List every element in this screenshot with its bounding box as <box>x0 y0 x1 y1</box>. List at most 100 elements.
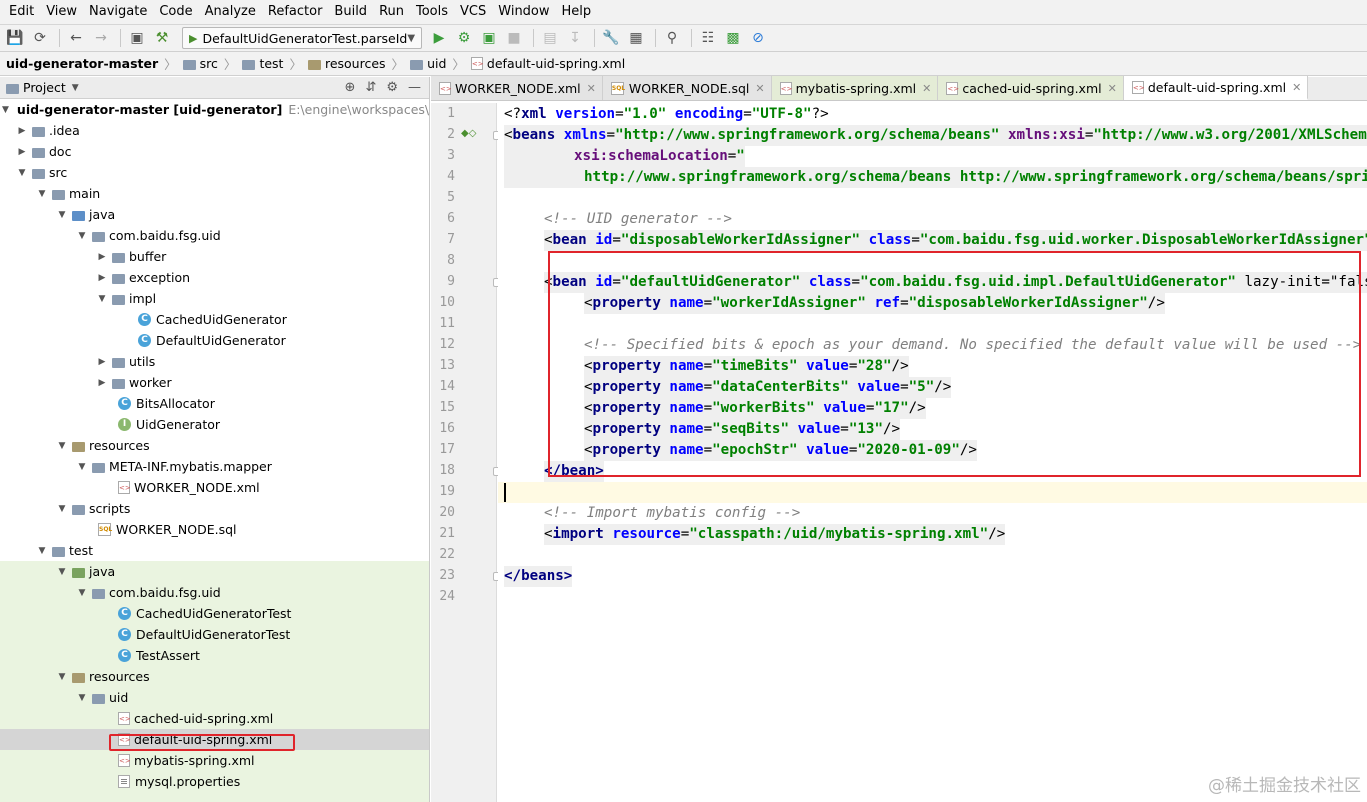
chevron-down-icon[interactable]: ▼ <box>56 504 68 514</box>
menu-analyze[interactable]: Analyze <box>199 0 262 24</box>
tree-item-main-resources[interactable]: ▼ resources <box>0 435 429 456</box>
tree-item-package[interactable]: ▼ com.baidu.fsg.uid <box>0 582 429 603</box>
tree-item-buffer[interactable]: ▶ buffer <box>0 246 429 267</box>
breadcrumb-test[interactable]: test <box>238 56 287 71</box>
chevron-down-icon[interactable]: ▼ <box>2 105 9 115</box>
hide-icon[interactable]: — <box>408 80 421 95</box>
coverage-icon[interactable]: ▣ <box>478 27 500 49</box>
menu-view[interactable]: View <box>40 0 83 24</box>
back-icon[interactable]: ← <box>65 27 87 49</box>
menu-run[interactable]: Run <box>373 0 410 24</box>
run-icon[interactable]: ▶ <box>428 27 450 49</box>
run-configuration-select[interactable]: ▶ DefaultUidGeneratorTest.parseId ▼ <box>182 27 422 49</box>
tree-item-test-java[interactable]: ▼ java <box>0 561 429 582</box>
chevron-down-icon[interactable]: ▼ <box>36 546 48 556</box>
chevron-down-icon[interactable]: ▼ <box>16 168 28 178</box>
breadcrumb-project[interactable]: uid-generator-master <box>2 56 162 71</box>
tree-item-utils[interactable]: ▶ utils <box>0 351 429 372</box>
vcs-icon[interactable]: ☷ <box>697 27 719 49</box>
close-icon[interactable]: ✕ <box>755 82 764 95</box>
tree-item-scripts[interactable]: ▼ scripts <box>0 498 429 519</box>
menu-refactor[interactable]: Refactor <box>262 0 329 24</box>
tree-item-interface[interactable]: I UidGenerator <box>0 414 429 435</box>
collapse-icon[interactable]: ⇵ <box>365 80 376 95</box>
project-view-selector[interactable]: Project <box>23 80 66 95</box>
menu-vcs[interactable]: VCS <box>454 0 492 24</box>
tree-item-idea[interactable]: ▶ .idea <box>0 120 429 141</box>
tree-item-test-class[interactable]: C TestAssert <box>0 645 429 666</box>
wrench-icon[interactable]: 🔧 <box>600 27 622 49</box>
monitor-icon[interactable]: ▩ <box>722 27 744 49</box>
close-icon[interactable]: ✕ <box>1108 82 1117 95</box>
menu-edit[interactable]: Edit <box>3 0 40 24</box>
search-icon[interactable]: ⚲ <box>661 27 683 49</box>
tree-item-properties[interactable]: mysql.properties <box>0 771 429 792</box>
chevron-down-icon[interactable]: ▼ <box>76 588 88 598</box>
chevron-down-icon[interactable]: ▼ <box>76 693 88 703</box>
chevron-down-icon[interactable]: ▼ <box>76 231 88 241</box>
save-icon[interactable]: 💾 <box>4 27 26 49</box>
tree-item-uid[interactable]: ▼ uid <box>0 687 429 708</box>
chevron-right-icon[interactable]: ▶ <box>96 357 108 367</box>
tree-item-package[interactable]: ▼ com.baidu.fsg.uid <box>0 225 429 246</box>
tree-item-class[interactable]: C CachedUidGenerator <box>0 309 429 330</box>
tree-item-doc[interactable]: ▶ doc <box>0 141 429 162</box>
tree-item-impl[interactable]: ▼ impl <box>0 288 429 309</box>
chevron-right-icon[interactable]: ▶ <box>96 252 108 262</box>
breadcrumb-uid[interactable]: uid <box>406 56 450 71</box>
chevron-right-icon[interactable]: ▶ <box>96 273 108 283</box>
download-icon[interactable]: ↧ <box>564 27 586 49</box>
tab-cached-uid-spring-xml[interactable]: <> cached-uid-spring.xml ✕ <box>938 76 1124 100</box>
chevron-right-icon[interactable]: ▶ <box>96 378 108 388</box>
tree-item-worker[interactable]: ▶ worker <box>0 372 429 393</box>
tree-item-test-class[interactable]: C CachedUidGeneratorTest <box>0 603 429 624</box>
breadcrumb-resources[interactable]: resources <box>304 56 390 71</box>
stop-icon[interactable]: ■ <box>503 27 525 49</box>
tree-item-mapper[interactable]: ▼ META-INF.mybatis.mapper <box>0 456 429 477</box>
tab-worker-node-sql[interactable]: SQL WORKER_NODE.sql ✕ <box>602 76 772 100</box>
tree-item-test-class[interactable]: C DefaultUidGeneratorTest <box>0 624 429 645</box>
tree-item-class[interactable]: C DefaultUidGenerator <box>0 330 429 351</box>
tree-item-xml[interactable]: <> mybatis-spring.xml <box>0 750 429 771</box>
chevron-right-icon[interactable]: ▶ <box>16 147 28 157</box>
menu-build[interactable]: Build <box>328 0 373 24</box>
close-icon[interactable]: ✕ <box>1292 81 1301 94</box>
chevron-down-icon[interactable]: ▼ <box>56 441 68 451</box>
sync-icon[interactable]: ⟳ <box>29 27 51 49</box>
menu-help[interactable]: Help <box>556 0 598 24</box>
breadcrumb-file[interactable]: <> default-uid-spring.xml <box>467 56 629 71</box>
no-entry-icon[interactable]: ⊘ <box>747 27 769 49</box>
chevron-down-icon[interactable]: ▼ <box>96 294 108 304</box>
chevron-down-icon[interactable]: ▼ <box>56 672 68 682</box>
chevron-down-icon[interactable]: ▼ <box>76 462 88 472</box>
spring-bean-gutter-icon[interactable]: ◆◇ <box>461 128 477 142</box>
debug-icon[interactable]: ⚙ <box>453 27 475 49</box>
menu-tools[interactable]: Tools <box>410 0 454 24</box>
menu-code[interactable]: Code <box>153 0 198 24</box>
tab-mybatis-spring-xml[interactable]: <> mybatis-spring.xml ✕ <box>771 76 939 100</box>
chevron-down-icon[interactable]: ▼ <box>36 189 48 199</box>
chevron-right-icon[interactable]: ▶ <box>16 126 28 136</box>
sdk-icon[interactable]: ▦ <box>625 27 647 49</box>
tab-worker-node-xml[interactable]: <> WORKER_NODE.xml ✕ <box>431 76 603 100</box>
chevron-down-icon[interactable]: ▼ <box>56 567 68 577</box>
chevron-down-icon[interactable]: ▼ <box>72 83 79 93</box>
tree-item-sql[interactable]: SQL WORKER_NODE.sql <box>0 519 429 540</box>
close-icon[interactable]: ✕ <box>922 82 931 95</box>
tree-item-xml[interactable]: <> WORKER_NODE.xml <box>0 477 429 498</box>
project-structure-icon[interactable]: ▤ <box>539 27 561 49</box>
close-icon[interactable]: ✕ <box>587 82 596 95</box>
breadcrumb-src[interactable]: src <box>179 56 222 71</box>
tree-item-exception[interactable]: ▶ exception <box>0 267 429 288</box>
tab-default-uid-spring-xml[interactable]: <> default-uid-spring.xml ✕ <box>1123 76 1309 100</box>
chevron-down-icon[interactable]: ▼ <box>56 210 68 220</box>
tree-item-test-resources[interactable]: ▼ resources <box>0 666 429 687</box>
tree-item-test[interactable]: ▼ test <box>0 540 429 561</box>
tree-item-main-java[interactable]: ▼ java <box>0 204 429 225</box>
select-run-icon[interactable]: ▣ <box>126 27 148 49</box>
menu-window[interactable]: Window <box>492 0 555 24</box>
locate-icon[interactable]: ⊕ <box>345 80 356 95</box>
forward-icon[interactable]: → <box>90 27 112 49</box>
menu-navigate[interactable]: Navigate <box>83 0 153 24</box>
build-hammer-icon[interactable]: ⚒ <box>151 27 173 49</box>
